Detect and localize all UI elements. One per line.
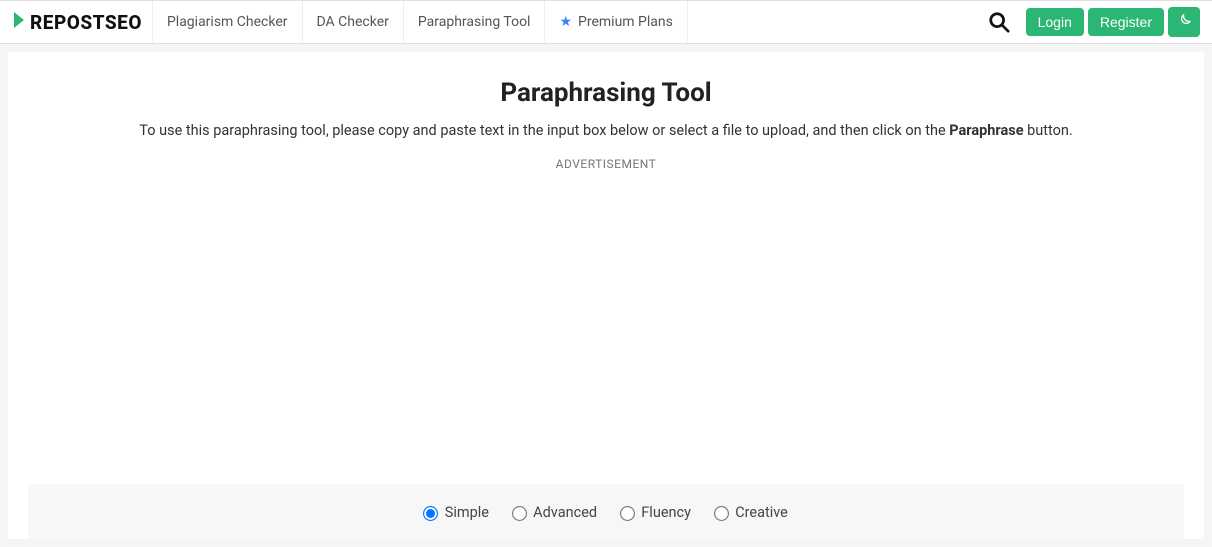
mode-simple-radio[interactable]: [423, 506, 438, 521]
subtitle-post: button.: [1024, 122, 1073, 139]
subtitle-bold: Paraphrase: [949, 122, 1023, 139]
mode-simple-label: Simple: [445, 504, 489, 521]
mode-creative-label: Creative: [735, 504, 788, 521]
mode-advanced-label: Advanced: [533, 504, 597, 521]
mode-advanced[interactable]: Advanced: [513, 504, 601, 521]
nav-paraphrasing-tool[interactable]: Paraphrasing Tool: [403, 1, 545, 43]
page-title: Paraphrasing Tool: [28, 78, 1184, 108]
advertisement-space: [28, 179, 1184, 484]
nav-da-checker[interactable]: DA Checker: [302, 1, 403, 43]
subtitle-pre: To use this paraphrasing tool, please co…: [139, 122, 949, 139]
mode-fluency-radio[interactable]: [620, 506, 635, 521]
mode-selector: Simple Advanced Fluency Creative: [28, 484, 1184, 539]
register-button[interactable]: Register: [1088, 8, 1164, 36]
logo-icon: [12, 10, 28, 35]
dark-mode-toggle[interactable]: [1168, 7, 1200, 37]
mode-fluency[interactable]: Fluency: [621, 504, 695, 521]
star-icon: ★: [559, 14, 572, 30]
mode-fluency-label: Fluency: [641, 504, 691, 521]
login-button[interactable]: Login: [1026, 8, 1084, 36]
nav-premium-plans[interactable]: ★ Premium Plans: [544, 1, 687, 43]
mode-creative[interactable]: Creative: [715, 504, 788, 521]
mode-creative-radio[interactable]: [714, 506, 729, 521]
logo[interactable]: REPOSTSEO: [12, 10, 142, 35]
search-icon[interactable]: [988, 11, 1010, 33]
page-subtitle: To use this paraphrasing tool, please co…: [28, 122, 1184, 139]
top-navigation: REPOSTSEO Plagiarism Checker DA Checker …: [0, 0, 1212, 44]
nav-links: Plagiarism Checker DA Checker Paraphrasi…: [152, 1, 688, 43]
main-card: Paraphrasing Tool To use this paraphrasi…: [8, 52, 1204, 539]
nav-plagiarism-checker[interactable]: Plagiarism Checker: [152, 1, 302, 43]
nav-premium-label: Premium Plans: [578, 14, 673, 30]
mode-simple[interactable]: Simple: [424, 504, 492, 521]
logo-text: REPOSTSEO: [30, 11, 142, 34]
moon-icon: [1176, 13, 1192, 32]
mode-advanced-radio[interactable]: [512, 506, 527, 521]
advertisement-label: ADVERTISEMENT: [28, 157, 1184, 171]
